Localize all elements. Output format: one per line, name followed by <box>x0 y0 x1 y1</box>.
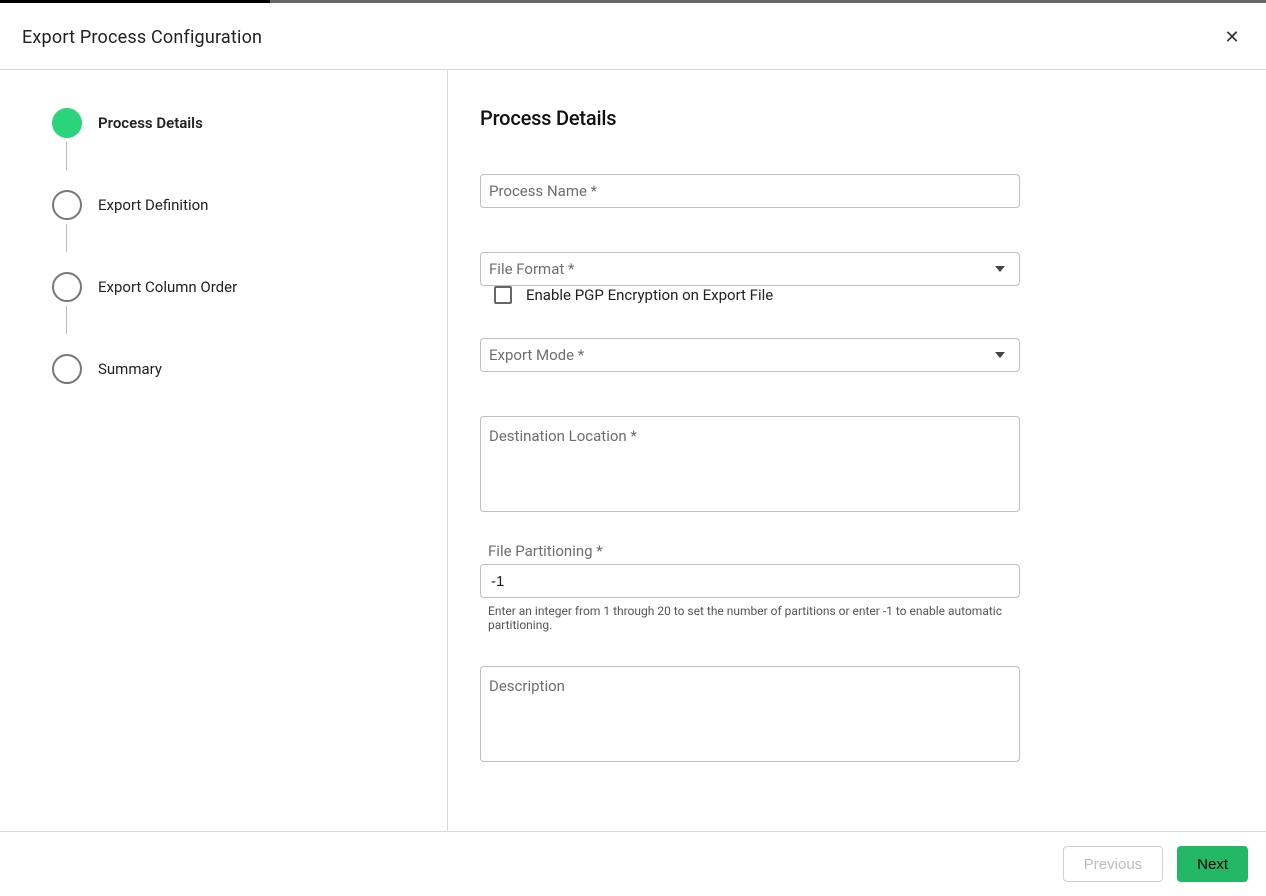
previous-button[interactable]: Previous <box>1063 846 1163 882</box>
file-partitioning-input[interactable] <box>481 565 1019 597</box>
description-input-wrapper: Description <box>480 666 1020 762</box>
file-format-select[interactable]: File Format * <box>480 252 1020 286</box>
dialog-header: Export Process Configuration ✕ <box>0 3 1266 70</box>
chevron-down-icon <box>995 352 1005 358</box>
dialog-footer: Previous Next <box>0 831 1266 896</box>
export-mode-label: Export Mode * <box>489 346 584 364</box>
description-input[interactable] <box>481 667 1019 761</box>
step-connector <box>66 224 67 252</box>
step-process-details[interactable]: Process Details <box>52 108 447 138</box>
step-circle <box>52 354 82 384</box>
step-circle <box>52 272 82 302</box>
step-connector <box>66 306 67 334</box>
destination-input[interactable] <box>481 417 1019 511</box>
dialog-title: Export Process Configuration <box>22 27 262 48</box>
process-name-input[interactable] <box>481 175 1019 207</box>
content-pane: Process Details Process Name * File Form… <box>448 70 1266 831</box>
step-export-column-order[interactable]: Export Column Order <box>52 272 447 302</box>
step-label: Summary <box>98 360 162 378</box>
step-circle-active <box>52 108 82 138</box>
dialog-body: Process Details Export Definition Export… <box>0 70 1266 831</box>
field-process-name: Process Name * <box>480 174 1020 208</box>
file-partitioning-input-wrapper <box>480 564 1020 598</box>
field-description: Description <box>480 666 1020 762</box>
next-button[interactable]: Next <box>1177 846 1248 882</box>
field-file-partitioning: File Partitioning * Enter an integer fro… <box>480 542 1020 632</box>
export-mode-select[interactable]: Export Mode * <box>480 338 1020 372</box>
section-title: Process Details <box>480 106 1234 130</box>
chevron-down-icon <box>995 266 1005 272</box>
file-partitioning-helper: Enter an integer from 1 through 20 to se… <box>488 604 1020 632</box>
pgp-checkbox[interactable] <box>494 286 512 304</box>
file-format-label: File Format * <box>489 260 574 278</box>
file-partitioning-label: File Partitioning * <box>488 542 1020 560</box>
step-label: Process Details <box>98 114 203 132</box>
close-button[interactable]: ✕ <box>1218 23 1246 51</box>
destination-input-wrapper: Destination Location * <box>480 416 1020 512</box>
step-label: Export Definition <box>98 196 208 214</box>
step-connector <box>66 142 67 170</box>
step-export-definition[interactable]: Export Definition <box>52 190 447 220</box>
export-config-dialog: Export Process Configuration ✕ Process D… <box>0 3 1266 896</box>
close-icon: ✕ <box>1224 27 1239 48</box>
process-name-input-wrapper: Process Name * <box>480 174 1020 208</box>
field-destination: Destination Location * <box>480 416 1020 512</box>
pgp-checkbox-row: Enable PGP Encryption on Export File <box>480 286 1234 304</box>
field-export-mode: Export Mode * <box>480 338 1020 372</box>
step-label: Export Column Order <box>98 278 237 296</box>
pgp-checkbox-label: Enable PGP Encryption on Export File <box>526 286 773 304</box>
field-file-format: File Format * <box>480 252 1020 286</box>
step-circle <box>52 190 82 220</box>
step-summary[interactable]: Summary <box>52 354 447 384</box>
stepper-pane: Process Details Export Definition Export… <box>0 70 448 831</box>
